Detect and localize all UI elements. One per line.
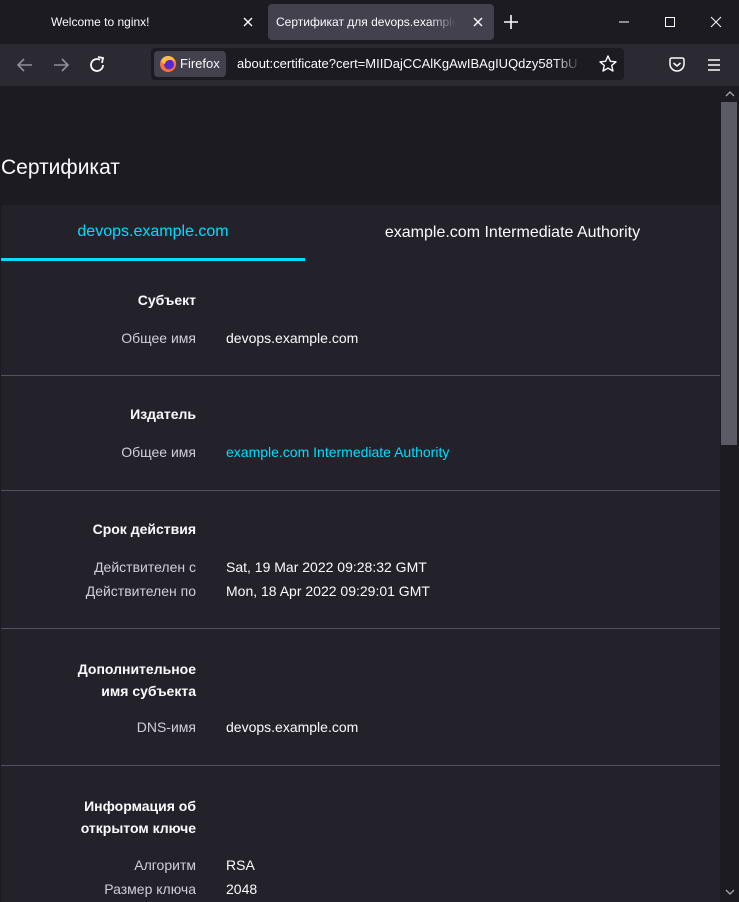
back-arrow-icon[interactable]	[9, 49, 41, 81]
certificate-page: Сертификат devops.example.com example.co…	[0, 86, 721, 902]
tab-title: Сертификат для devops.example.com	[276, 15, 456, 29]
section-title: Издатель	[130, 406, 196, 422]
section-title-line2: имя субъекта	[101, 683, 196, 699]
section-title-line1: Дополнительное	[77, 661, 196, 677]
tab-devops-certificate[interactable]: devops.example.com	[1, 205, 305, 261]
certificate-details: Субъект Общее имя devops.example.com Изд…	[1, 261, 720, 902]
section-public-key: Информация об открытом ключе Алгоритм RS…	[1, 766, 720, 902]
close-window-icon[interactable]	[693, 0, 739, 44]
section-subject: Субъект Общее имя devops.example.com	[1, 261, 720, 376]
section-subject-alt-name: Дополнительное имя субъекта DNS-имя devo…	[1, 629, 720, 766]
identity-label: Firefox	[180, 56, 220, 71]
field-value: Mon, 18 Apr 2022 09:29:01 GMT	[226, 583, 430, 599]
forward-arrow-icon[interactable]	[45, 49, 77, 81]
navigation-bar: Firefox about:certificate?cert=MIIDajCCA…	[0, 44, 739, 86]
tab-title: Welcome to nginx!	[51, 15, 150, 29]
field-value: devops.example.com	[226, 330, 359, 346]
field-label: Действителен по	[85, 583, 196, 599]
firefox-logo-icon	[160, 56, 176, 72]
scrollbar-thumb[interactable]	[721, 102, 737, 445]
field-value: 2048	[226, 881, 258, 897]
section-issuer: Издатель Общее имя example.com Intermedi…	[1, 376, 720, 491]
maximize-icon[interactable]	[647, 0, 693, 44]
close-tab-icon[interactable]	[236, 10, 260, 34]
url-text[interactable]: about:certificate?cert=MIIDajCCAlKgAwIBA…	[237, 56, 582, 71]
reload-icon[interactable]	[81, 49, 113, 81]
field-label: Общее имя	[121, 444, 196, 460]
section-validity: Срок действия Действителен с Sat, 19 Mar…	[1, 491, 720, 629]
tab-bar: Welcome to nginx! Сертификат для devops.…	[0, 0, 739, 44]
field-label: Размер ключа	[104, 881, 196, 897]
page-title: Сертификат	[1, 156, 120, 179]
browser-tab-certificate[interactable]: Сертификат для devops.example.com	[268, 4, 494, 40]
field-label: Алгоритм	[134, 857, 196, 873]
field-label: Действителен с	[94, 559, 196, 575]
field-value: devops.example.com	[226, 719, 359, 735]
pocket-icon[interactable]	[661, 49, 693, 81]
issuer-link[interactable]: example.com Intermediate Authority	[226, 444, 449, 460]
field-value: RSA	[226, 857, 255, 873]
hamburger-menu-icon[interactable]	[698, 49, 730, 81]
minimize-icon[interactable]	[601, 0, 647, 44]
browser-tab-nginx[interactable]: Welcome to nginx!	[0, 4, 265, 40]
certificate-tabs: devops.example.com example.com Intermedi…	[1, 205, 720, 262]
tab-intermediate-certificate[interactable]: example.com Intermediate Authority	[305, 205, 720, 261]
field-label: Общее имя	[121, 330, 196, 346]
scroll-up-arrow-icon[interactable]	[725, 90, 735, 98]
section-title: Субъект	[137, 292, 196, 308]
field-value: Sat, 19 Mar 2022 09:28:32 GMT	[226, 559, 427, 575]
bookmark-star-icon[interactable]	[598, 54, 618, 74]
vertical-scrollbar[interactable]	[721, 86, 739, 902]
section-title-line1: Информация об	[84, 798, 196, 814]
identity-box[interactable]: Firefox	[154, 51, 226, 77]
close-tab-icon[interactable]	[466, 10, 490, 34]
url-bar[interactable]: Firefox about:certificate?cert=MIIDajCCA…	[151, 48, 624, 80]
scroll-down-arrow-icon[interactable]	[725, 888, 735, 896]
section-title: Срок действия	[92, 521, 196, 537]
field-label: DNS-имя	[136, 719, 196, 735]
section-title-line2: открытом ключе	[80, 820, 196, 836]
new-tab-icon[interactable]	[497, 8, 525, 36]
